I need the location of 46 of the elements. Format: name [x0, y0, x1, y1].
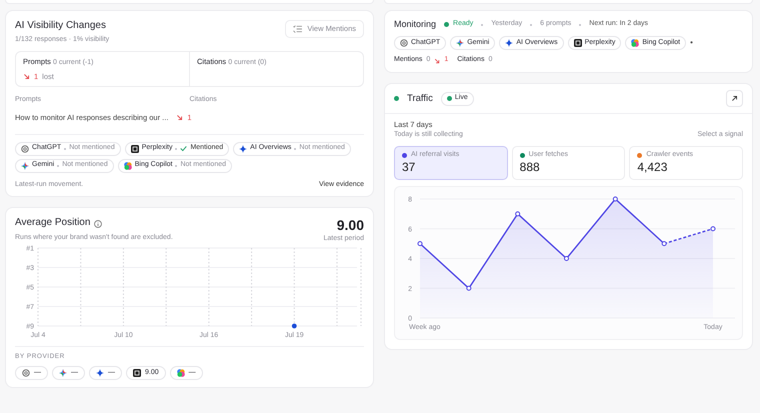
separator — [175, 148, 178, 150]
sparkle-icon — [505, 39, 514, 48]
data-point — [515, 211, 520, 216]
square-icon — [574, 39, 582, 48]
card-title: Monitoring — [394, 19, 436, 30]
swirl-icon — [124, 162, 132, 170]
separator — [530, 24, 532, 26]
data-point — [564, 256, 569, 261]
data-point — [612, 196, 618, 202]
down-arrow-icon — [23, 73, 30, 80]
info-icon — [94, 220, 102, 228]
down-arrow-icon — [434, 58, 440, 64]
status-dot — [444, 22, 450, 28]
separator — [481, 24, 484, 26]
square-icon — [130, 144, 139, 152]
sparkle-icon — [96, 369, 104, 377]
separator — [175, 164, 178, 166]
separator — [579, 24, 582, 26]
flower-icon — [22, 369, 30, 377]
separator — [294, 148, 296, 150]
separator — [57, 164, 60, 166]
card-title: AI Visibility Changes — [15, 20, 107, 32]
sparkle-icon — [59, 369, 67, 377]
status-dot — [394, 96, 399, 101]
down-arrow-icon — [176, 114, 184, 122]
expand-button[interactable] — [726, 90, 743, 107]
square-icon — [133, 369, 141, 377]
flower-icon — [400, 39, 408, 48]
data-point — [662, 241, 667, 246]
card-title: Average Position — [15, 217, 90, 230]
more-indicator: • — [690, 38, 693, 48]
separator — [64, 148, 66, 150]
data-point — [466, 286, 472, 291]
sparkle-icon — [239, 144, 248, 152]
sparkle-icon — [456, 39, 464, 48]
position-value: 9.00 — [336, 217, 364, 234]
data-point — [418, 241, 422, 246]
list-icon — [293, 25, 302, 33]
flower-icon — [21, 144, 29, 152]
sparkle-icon — [21, 162, 29, 170]
card-title: Traffic — [407, 92, 433, 104]
arrow-icon — [731, 95, 738, 102]
data-point — [292, 323, 297, 328]
swirl-icon — [176, 369, 185, 377]
swirl-icon — [631, 39, 640, 48]
data-point — [710, 226, 716, 232]
